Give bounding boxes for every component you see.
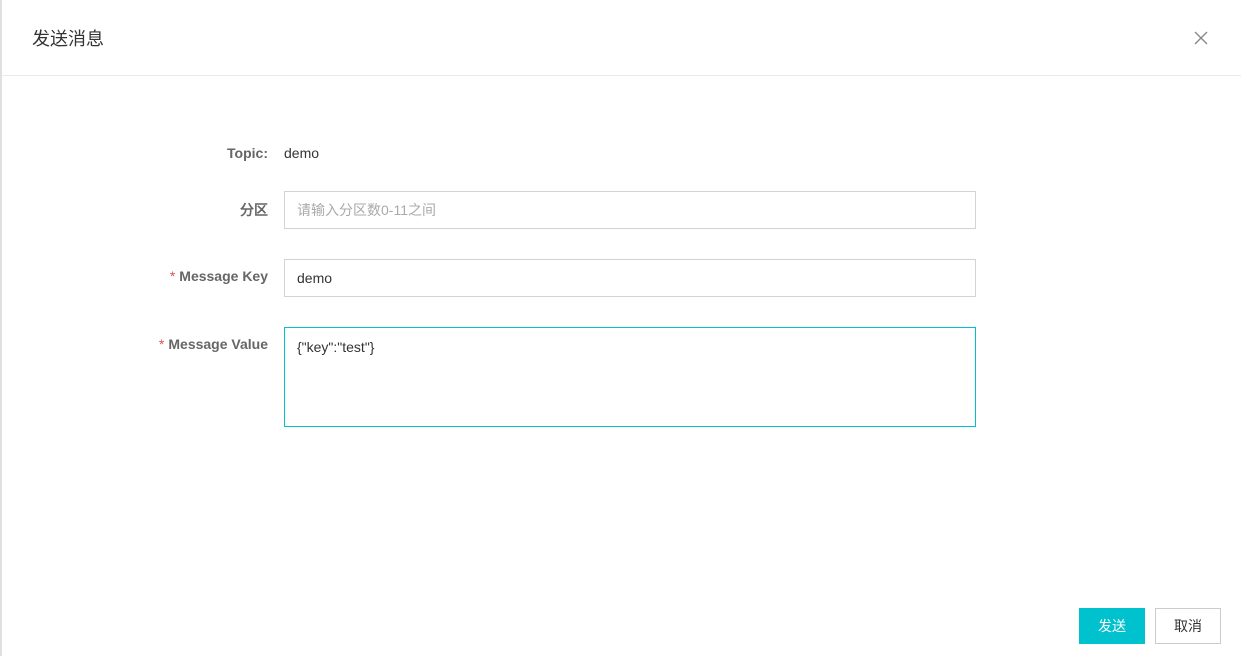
- row-message-value: *Message Value: [32, 327, 1211, 430]
- label-message-value: *Message Value: [32, 327, 284, 352]
- close-icon[interactable]: [1191, 28, 1211, 48]
- value-topic: demo: [284, 136, 319, 161]
- modal-body: Topic: demo 分区 *Message Key *Message Val…: [2, 76, 1241, 490]
- row-partition: 分区: [32, 191, 1211, 229]
- submit-button[interactable]: 发送: [1079, 608, 1145, 644]
- row-message-key: *Message Key: [32, 259, 1211, 297]
- partition-input[interactable]: [284, 191, 976, 229]
- required-mark: *: [170, 268, 175, 284]
- required-mark: *: [159, 336, 164, 352]
- message-key-input[interactable]: [284, 259, 976, 297]
- cancel-button[interactable]: 取消: [1155, 608, 1221, 644]
- label-message-key: *Message Key: [32, 259, 284, 284]
- modal-title: 发送消息: [32, 25, 104, 51]
- label-partition: 分区: [32, 191, 284, 220]
- label-topic: Topic:: [32, 136, 284, 161]
- modal-footer: 发送 取消: [1079, 608, 1221, 644]
- modal-header: 发送消息: [2, 0, 1241, 76]
- message-value-textarea[interactable]: [284, 327, 976, 427]
- row-topic: Topic: demo: [32, 136, 1211, 161]
- send-message-modal: 发送消息 Topic: demo 分区 *Message Key: [0, 0, 1241, 656]
